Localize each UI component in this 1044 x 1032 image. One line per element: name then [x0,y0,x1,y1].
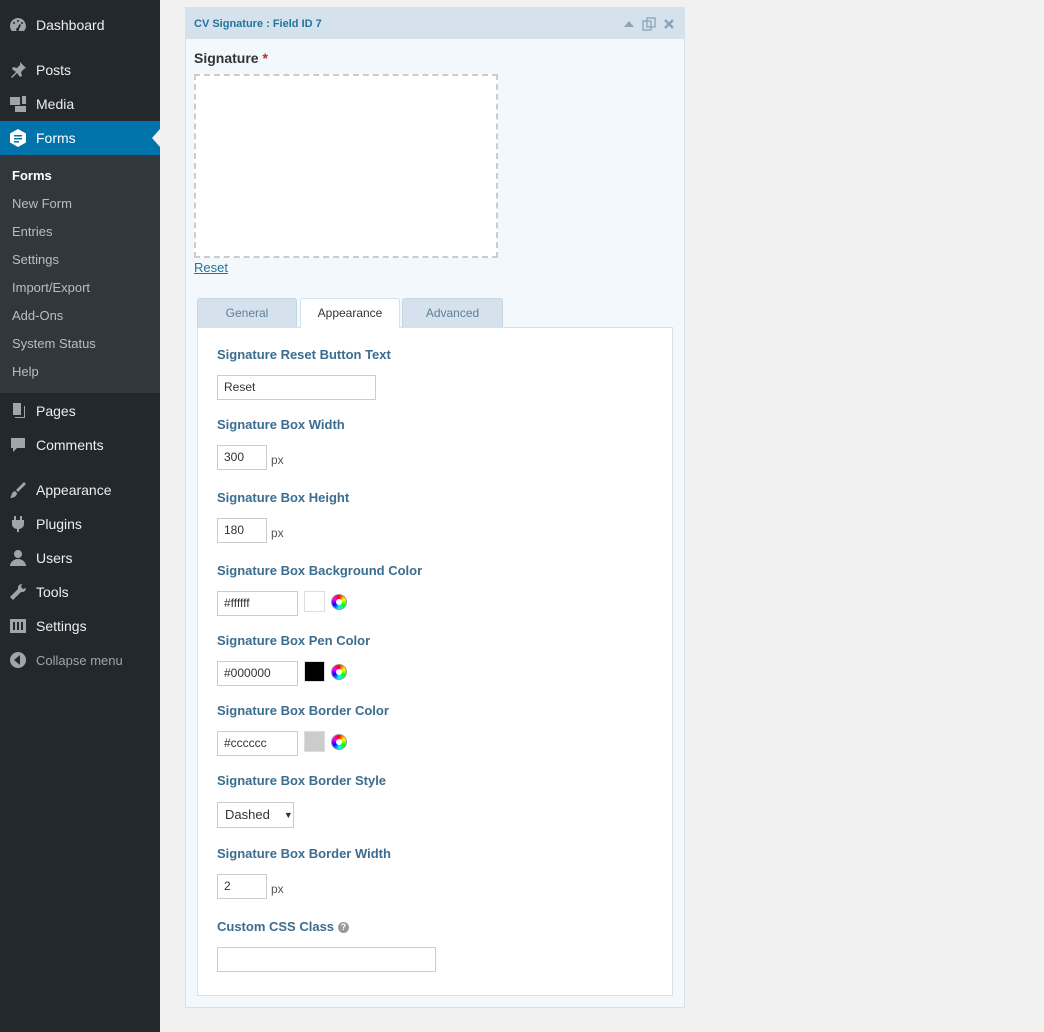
forms-submenu: Forms New Form Entries Settings Import/E… [0,155,160,393]
css-class-input[interactable] [217,947,436,972]
panel-header: CV Signature : Field ID 7 [186,8,684,39]
panel-actions [622,16,676,31]
pen-color-label: Signature Box Pen Color [217,633,371,648]
pages-icon [0,401,36,421]
menu-item-pages[interactable]: Pages [0,394,160,428]
plugin-icon [0,514,36,534]
collapse-icon [0,650,36,670]
comment-icon [0,435,36,455]
menu-item-forms[interactable]: Forms [0,121,160,155]
signature-label-text: Signature [194,50,259,66]
border-style-value: Dashed [225,807,270,822]
menu-label: Pages [36,403,76,419]
menu-item-users[interactable]: Users [0,541,160,575]
close-icon[interactable] [662,17,676,31]
css-class-label-text: Custom CSS Class [217,919,335,934]
width-unit: px [271,453,284,467]
color-picker-icon[interactable] [331,594,347,610]
submenu-settings[interactable]: Settings [0,246,160,274]
border-width-input[interactable]: 2 [217,874,267,899]
menu-label: Users [36,550,73,566]
menu-label: Tools [36,584,69,600]
tab-general[interactable]: General [197,298,297,327]
wrench-icon [0,582,36,602]
panel-title: CV Signature : Field ID 7 [194,17,322,30]
menu-item-media[interactable]: Media [0,87,160,121]
reset-text-input[interactable]: Reset [217,375,376,400]
menu-item-comments[interactable]: Comments [0,428,160,462]
color-picker-icon[interactable] [331,664,347,680]
border-style-select[interactable]: Dashed ▼ [217,802,294,828]
bg-color-input[interactable]: #ffffff [217,591,298,616]
height-unit: px [271,526,284,540]
menu-label: Media [36,96,75,112]
submenu-help[interactable]: Help [0,358,160,386]
border-width-label: Signature Box Border Width [217,846,391,861]
dropdown-caret-icon: ▼ [283,810,293,820]
menu-item-plugins[interactable]: Plugins [0,507,160,541]
settings-icon [0,616,36,636]
menu-label: Posts [36,62,72,78]
appearance-tab-content: Signature Reset Button Text Reset Signat… [197,327,673,996]
submenu-import-export[interactable]: Import/Export [0,274,160,302]
menu-item-settings[interactable]: Settings [0,609,160,643]
box-height-label: Signature Box Height [217,490,350,505]
signature-reset-link[interactable]: Reset [194,260,228,275]
menu-label: Appearance [36,482,112,498]
box-width-label: Signature Box Width [217,417,345,432]
menu-label: Settings [36,618,87,634]
border-color-input[interactable]: #cccccc [217,731,298,756]
menu-label: Forms [36,130,76,146]
tab-appearance[interactable]: Appearance [300,298,400,328]
menu-item-appearance[interactable]: Appearance [0,473,160,507]
pen-color-swatch[interactable] [304,661,325,682]
pen-color-input[interactable]: #000000 [217,661,298,686]
menu-item-dashboard[interactable]: Dashboard [0,8,160,42]
signature-pad[interactable] [194,74,498,258]
submenu-system-status[interactable]: System Status [0,330,160,358]
menu-label: Plugins [36,516,82,532]
submenu-new-form[interactable]: New Form [0,190,160,218]
collapse-up-icon[interactable] [622,17,636,31]
border-color-label: Signature Box Border Color [217,703,389,718]
bg-color-swatch[interactable] [304,591,325,612]
border-width-unit: px [271,882,284,896]
menu-item-posts[interactable]: Posts [0,53,160,87]
border-color-swatch[interactable] [304,731,325,752]
box-width-input[interactable]: 300 [217,445,267,470]
submenu-entries[interactable]: Entries [0,218,160,246]
bg-color-label: Signature Box Background Color [217,563,423,578]
dashboard-icon [0,15,36,35]
required-mark: * [262,50,268,66]
reset-text-label: Signature Reset Button Text [217,347,391,362]
admin-sidebar: Dashboard Posts Media Forms Forms New Fo… [0,0,160,1032]
menu-item-tools[interactable]: Tools [0,575,160,609]
media-icon [0,94,36,114]
signature-label: Signature * [194,50,268,66]
collapse-menu-button[interactable]: Collapse menu [0,643,160,677]
forms-icon [0,128,36,148]
box-height-input[interactable]: 180 [217,518,267,543]
color-picker-icon[interactable] [331,734,347,750]
border-style-label: Signature Box Border Style [217,773,387,788]
menu-label: Comments [36,437,104,453]
user-icon [0,548,36,568]
field-settings-panel: CV Signature : Field ID 7 Signature * Re… [185,7,685,1008]
help-icon[interactable]: ? [338,921,350,933]
menu-label: Collapse menu [36,652,123,668]
brush-icon [0,480,36,500]
duplicate-icon[interactable] [642,16,656,31]
submenu-forms[interactable]: Forms [0,162,160,190]
tab-advanced[interactable]: Advanced [402,298,503,327]
submenu-add-ons[interactable]: Add-Ons [0,302,160,330]
pin-icon [0,60,36,80]
menu-label: Dashboard [36,17,105,33]
css-class-label: Custom CSS Class? [217,919,350,934]
